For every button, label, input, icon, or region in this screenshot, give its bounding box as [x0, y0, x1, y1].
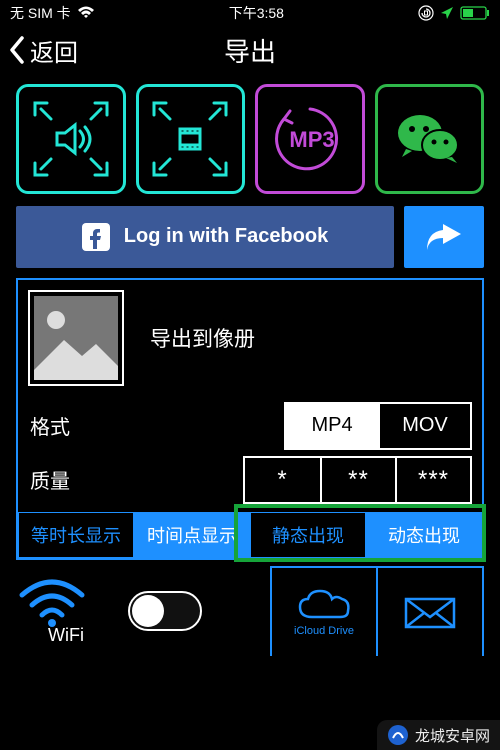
icloud-drive-button[interactable]: iCloud Drive: [270, 566, 378, 656]
photo-placeholder-icon: [30, 292, 122, 384]
wifi-icon: [16, 575, 88, 627]
page-title: 导出: [224, 32, 276, 69]
rotation-lock-icon: [418, 5, 434, 21]
icloud-label: iCloud Drive: [294, 625, 354, 637]
sim-status: 无 SIM 卡: [10, 3, 71, 23]
display-timepoint[interactable]: 时间点显示: [134, 512, 250, 558]
mp3-icon: MP3: [266, 95, 354, 183]
facebook-row: Log in with Facebook: [0, 202, 500, 278]
format-segment[interactable]: MP4 MOV: [284, 402, 472, 450]
expand-film-icon: [146, 95, 234, 183]
export-video-fullscreen[interactable]: [136, 84, 246, 194]
wifi-label: WiFi: [16, 625, 116, 646]
quality-segment[interactable]: * ** ***: [243, 456, 472, 504]
export-audio-fullscreen[interactable]: [16, 84, 126, 194]
watermark-text: 龙城安卓网: [415, 725, 490, 746]
album-label: 导出到像册: [150, 323, 255, 353]
quality-label: 质量: [28, 465, 158, 494]
display-appear-row: 等时长显示 时间点显示 静态出现 动态出现: [18, 512, 482, 558]
export-wechat[interactable]: [375, 84, 485, 194]
display-equal-duration[interactable]: 等时长显示: [18, 512, 134, 558]
format-mov[interactable]: MOV: [378, 404, 470, 448]
facebook-label: Log in with Facebook: [124, 225, 328, 248]
battery-icon: [460, 6, 490, 20]
quality-high[interactable]: ***: [395, 458, 470, 502]
album-thumbnail: [28, 290, 124, 386]
status-bar: 无 SIM 卡 下午3:58: [0, 0, 500, 26]
wifi-transfer[interactable]: WiFi: [16, 575, 116, 646]
wechat-icon: [394, 109, 464, 169]
appear-static[interactable]: 静态出现: [250, 512, 366, 558]
wifi-toggle[interactable]: [128, 591, 202, 631]
bottom-row: WiFi iCloud Drive: [0, 560, 500, 656]
expand-speaker-icon: [27, 95, 115, 183]
facebook-icon: [82, 223, 110, 251]
quality-low[interactable]: *: [245, 458, 320, 502]
appear-dynamic[interactable]: 动态出现: [366, 512, 482, 558]
watermark: 龙城安卓网: [377, 720, 500, 750]
back-button[interactable]: 返回: [0, 33, 78, 68]
quality-med[interactable]: **: [320, 458, 395, 502]
email-button[interactable]: [376, 566, 484, 656]
chevron-left-icon: [8, 36, 26, 64]
export-format-row: MP3: [0, 74, 500, 202]
wifi-signal-icon: [77, 6, 95, 20]
facebook-login-button[interactable]: Log in with Facebook: [16, 206, 394, 268]
back-label: 返回: [30, 33, 78, 68]
export-options-panel: 导出到像册 格式 MP4 MOV 质量 * ** *** 等时长显示 时间点显示…: [16, 278, 484, 560]
mail-icon: [402, 593, 458, 631]
share-arrow-icon: [423, 220, 465, 254]
export-mp3[interactable]: MP3: [255, 84, 365, 194]
nav-bar: 返回 导出: [0, 26, 500, 74]
mp3-label: MP3: [289, 127, 334, 152]
watermark-logo-icon: [387, 724, 409, 746]
clock: 下午3:58: [229, 3, 284, 23]
share-button[interactable]: [404, 206, 484, 268]
format-mp4[interactable]: MP4: [286, 404, 378, 448]
cloud-icon: [296, 587, 352, 623]
format-label: 格式: [28, 411, 158, 440]
location-icon: [440, 6, 454, 20]
